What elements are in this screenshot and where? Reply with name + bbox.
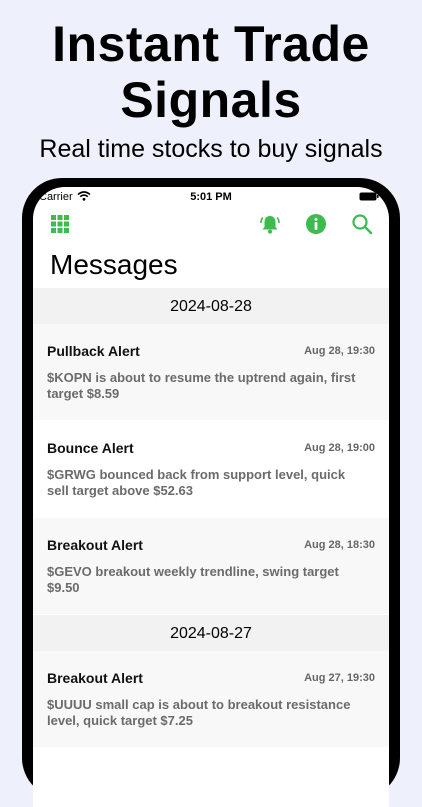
phone-screen: Carrier 5:01 PM Messages 2024-08-28 Pull… bbox=[33, 187, 389, 807]
toolbar bbox=[33, 211, 389, 241]
battery-icon bbox=[359, 192, 379, 201]
message-body: $GRWG bounced back from support level, q… bbox=[47, 467, 346, 498]
message-list: 2024-08-28 Pullback Alert Aug 28, 19:30 … bbox=[33, 288, 389, 748]
message-body: $KOPN is about to resume the uptrend aga… bbox=[47, 370, 356, 401]
message-title: Breakout Alert bbox=[47, 537, 143, 553]
date-header: 2024-08-27 bbox=[33, 615, 389, 651]
message-time: Aug 28, 18:30 bbox=[304, 539, 375, 551]
grid-icon[interactable] bbox=[51, 215, 69, 233]
promo-headline: Instant Trade Signals bbox=[52, 16, 370, 128]
message-body: $GEVO breakout weekly trendline, swing t… bbox=[47, 564, 339, 595]
message-time: Aug 28, 19:30 bbox=[304, 345, 375, 357]
message-body: $UUUU small cap is about to breakout res… bbox=[47, 697, 351, 728]
search-icon[interactable] bbox=[351, 213, 373, 235]
message-title: Bounce Alert bbox=[47, 440, 134, 456]
promo-subhead: Real time stocks to buy signals bbox=[39, 135, 383, 163]
promo-screen: Instant Trade Signals Real time stocks t… bbox=[0, 0, 422, 807]
phone-frame: Carrier 5:01 PM Messages 2024-08-28 Pull… bbox=[22, 178, 400, 807]
message-title: Breakout Alert bbox=[47, 670, 143, 686]
message-title: Pullback Alert bbox=[47, 343, 140, 359]
message-item[interactable]: Bounce Alert Aug 28, 19:00 $GRWG bounced… bbox=[33, 421, 389, 518]
page-title: Messages bbox=[50, 249, 178, 280]
message-time: Aug 27, 19:30 bbox=[304, 672, 375, 684]
message-item[interactable]: Pullback Alert Aug 28, 19:30 $KOPN is ab… bbox=[33, 324, 389, 421]
info-icon[interactable] bbox=[305, 213, 327, 235]
message-item[interactable]: Breakout Alert Aug 28, 18:30 $GEVO break… bbox=[33, 518, 389, 615]
bell-icon[interactable] bbox=[259, 213, 281, 235]
status-time: 5:01 PM bbox=[190, 191, 232, 203]
message-item[interactable]: Breakout Alert Aug 27, 19:30 $UUUU small… bbox=[33, 651, 389, 748]
date-header: 2024-08-28 bbox=[33, 288, 389, 324]
message-time: Aug 28, 19:00 bbox=[304, 442, 375, 454]
status-bar: Carrier 5:01 PM bbox=[33, 187, 389, 209]
